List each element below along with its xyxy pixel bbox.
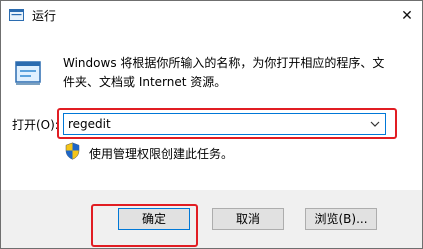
open-label: 打开(O): bbox=[12, 118, 59, 132]
run-dialog-icon bbox=[15, 61, 41, 85]
close-icon[interactable]: ✕ bbox=[392, 1, 422, 31]
cancel-button[interactable]: 取消 bbox=[212, 208, 284, 230]
dialog-content: Windows 将根据你所输入的名称，为你打开相应的程序、文件夹、文档或 Int… bbox=[1, 33, 422, 190]
dialog-description: Windows 将根据你所输入的名称，为你打开相应的程序、文件夹、文档或 Int… bbox=[63, 56, 385, 89]
button-bar: 确定 取消 浏览(B)... bbox=[1, 190, 422, 248]
window-title: 运行 bbox=[32, 9, 57, 23]
browse-button[interactable]: 浏览(B)... bbox=[305, 208, 377, 230]
title-bar[interactable]: 运行 ✕ bbox=[1, 1, 422, 33]
run-dialog-window: 运行 ✕ Windows 将根据你所输入的名称，为你打开相应的程序、文件夹、文档… bbox=[0, 0, 423, 249]
admin-note: 使用管理权限创建此任务。 bbox=[89, 147, 234, 161]
ok-highlight-box bbox=[91, 204, 198, 247]
uac-shield-icon bbox=[65, 142, 80, 160]
run-app-icon bbox=[9, 9, 24, 21]
input-highlight-box bbox=[57, 108, 397, 139]
